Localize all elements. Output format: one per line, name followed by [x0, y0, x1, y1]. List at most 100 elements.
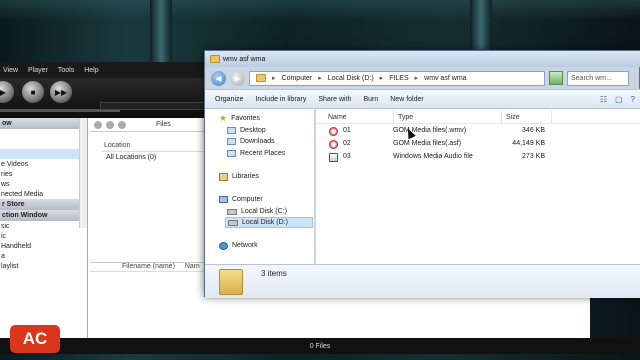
files-toolbar: Files: [90, 118, 210, 132]
file-name: 02: [343, 140, 351, 147]
library-item[interactable]: ries: [0, 169, 87, 179]
location-column-header[interactable]: Location: [102, 142, 212, 152]
explorer-window: wmv asf wma ◀ ▶ ▸ Computer ▸ Local Disk …: [204, 50, 640, 298]
file-size: 346 KB: [522, 127, 545, 134]
breadcrumb-files[interactable]: FILES: [389, 75, 408, 82]
volume-bar[interactable]: [100, 102, 210, 110]
nav-libraries[interactable]: Libraries: [219, 171, 259, 182]
column-header-size[interactable]: Size: [502, 111, 552, 123]
file-size: 44,149 KB: [512, 140, 545, 147]
refresh-icon[interactable]: [118, 120, 126, 129]
star-icon: ★: [219, 113, 228, 123]
collection-item[interactable]: a: [0, 251, 87, 261]
files-dropdown[interactable]: Files: [156, 121, 171, 128]
preview-pane-icon[interactable]: ▢: [615, 95, 623, 104]
file-size: 273 KB: [522, 153, 545, 160]
library-item[interactable]: e Videos: [0, 159, 87, 169]
menu-player[interactable]: Player: [28, 67, 48, 74]
library-item[interactable]: [0, 149, 87, 159]
search-input[interactable]: Search wm...: [567, 70, 629, 86]
items-count: 3 items: [261, 269, 287, 278]
library-item[interactable]: [0, 129, 87, 139]
window-titlebar[interactable]: wmv asf wma: [205, 51, 640, 67]
player-files-pane: Files Location All Locations (0) Filenam…: [90, 118, 212, 338]
wma-file-icon: [329, 153, 338, 162]
next-button[interactable]: ▶▶: [50, 81, 72, 103]
new-folder-button[interactable]: New folder: [390, 96, 423, 103]
file-name: 03: [343, 153, 351, 160]
menu-view[interactable]: View: [3, 67, 18, 74]
collection-header: ction Window: [0, 210, 87, 221]
nav-desktop[interactable]: Desktop: [227, 125, 266, 136]
address-bar-row: ◀ ▶ ▸ Computer ▸ Local Disk (D:) ▸ FILES…: [205, 67, 640, 89]
details-pane: 3 items: [205, 264, 640, 298]
store-header: r Store: [0, 199, 87, 210]
nav-network[interactable]: Network: [219, 240, 258, 251]
nav-downloads[interactable]: Downloads: [227, 136, 275, 147]
collection-item[interactable]: laylist: [0, 261, 87, 271]
file-count: 0 Files: [309, 342, 331, 350]
column-header-name[interactable]: Name: [324, 111, 394, 123]
collection-item[interactable]: ic: [0, 231, 87, 241]
filename-label: Filename (name): [122, 263, 175, 270]
back-icon[interactable]: [94, 120, 102, 129]
back-button[interactable]: ◀: [211, 70, 226, 86]
breadcrumb-local-disk-d[interactable]: Local Disk (D:): [328, 75, 374, 82]
organize-button[interactable]: Organize: [215, 96, 243, 103]
channel-logo: AC: [10, 325, 60, 353]
forward-button[interactable]: ▶: [230, 70, 245, 86]
refresh-button[interactable]: [549, 71, 563, 85]
player-status-bar: 0 Files: [0, 338, 640, 354]
corridor-pillar: [150, 0, 172, 62]
help-icon[interactable]: ?: [631, 95, 635, 104]
libraries-icon: [219, 172, 228, 181]
include-in-library-button[interactable]: Include in library: [255, 96, 306, 103]
file-row[interactable]: 01 GOM Media files(.wmv) 346 KB: [326, 126, 556, 137]
folder-icon: [210, 55, 220, 63]
folder-icon: [219, 269, 243, 295]
file-list: Name Type Size 01 GOM Media files(.wmv) …: [316, 109, 640, 264]
file-type: GOM Media files(.asf): [393, 140, 462, 147]
navigation-pane: ★ Favorites Desktop Downloads Recent Pla…: [205, 109, 315, 264]
library-scrollbar[interactable]: [79, 118, 87, 228]
drive-icon: [227, 208, 237, 215]
ceiling-glow: [0, 0, 640, 20]
filename-column-header[interactable]: Filename (name) Nam: [90, 262, 210, 272]
recent-places-icon: [227, 150, 236, 157]
nav-local-disk-d[interactable]: Local Disk (D:): [225, 217, 313, 228]
network-icon: [219, 241, 228, 250]
address-bar[interactable]: ▸ Computer ▸ Local Disk (D:) ▸ FILES ▸ w…: [249, 70, 545, 86]
command-bar: Organize Include in library Share with B…: [205, 89, 640, 109]
forward-icon[interactable]: [106, 120, 114, 129]
folder-icon: [256, 74, 266, 82]
library-item[interactable]: ws: [0, 179, 87, 189]
menu-tools[interactable]: Tools: [58, 67, 74, 74]
library-item[interactable]: nected Media: [0, 189, 87, 199]
nav-recent-places[interactable]: Recent Places: [227, 148, 285, 159]
burn-button[interactable]: Burn: [363, 96, 378, 103]
play-button[interactable]: ▶: [0, 81, 14, 103]
stop-button[interactable]: ■: [22, 81, 44, 103]
collection-item[interactable]: sic: [0, 221, 87, 231]
breadcrumb-computer[interactable]: Computer: [282, 75, 313, 82]
share-with-button[interactable]: Share with: [318, 96, 351, 103]
downloads-icon: [227, 138, 236, 145]
file-type: Windows Media Audio file: [393, 153, 473, 160]
breadcrumb-current[interactable]: wmv asf wma: [424, 75, 466, 82]
nav-local-disk-c[interactable]: Local Disk (C:): [227, 206, 287, 217]
nav-favorites[interactable]: ★ Favorites: [219, 113, 260, 124]
nav-computer[interactable]: Computer: [219, 194, 263, 205]
collection-item[interactable]: Handheld: [0, 241, 87, 251]
file-name: 01: [343, 127, 351, 134]
library-item[interactable]: [0, 139, 87, 149]
location-row[interactable]: All Locations (0): [102, 154, 212, 164]
file-row[interactable]: 03 Windows Media Audio file 273 KB: [326, 152, 556, 163]
file-row[interactable]: 02 GOM Media files(.asf) 44,149 KB: [326, 139, 556, 150]
view-options-icon[interactable]: ☷: [600, 95, 607, 104]
gom-media-icon: [329, 127, 338, 136]
menu-help[interactable]: Help: [84, 67, 98, 74]
column-header-type[interactable]: Type: [394, 111, 502, 123]
name-label: Nam: [184, 263, 200, 270]
player-library-pane: ow e Videos ries ws nected Media r Store…: [0, 118, 88, 338]
desktop-icon: [227, 127, 236, 134]
